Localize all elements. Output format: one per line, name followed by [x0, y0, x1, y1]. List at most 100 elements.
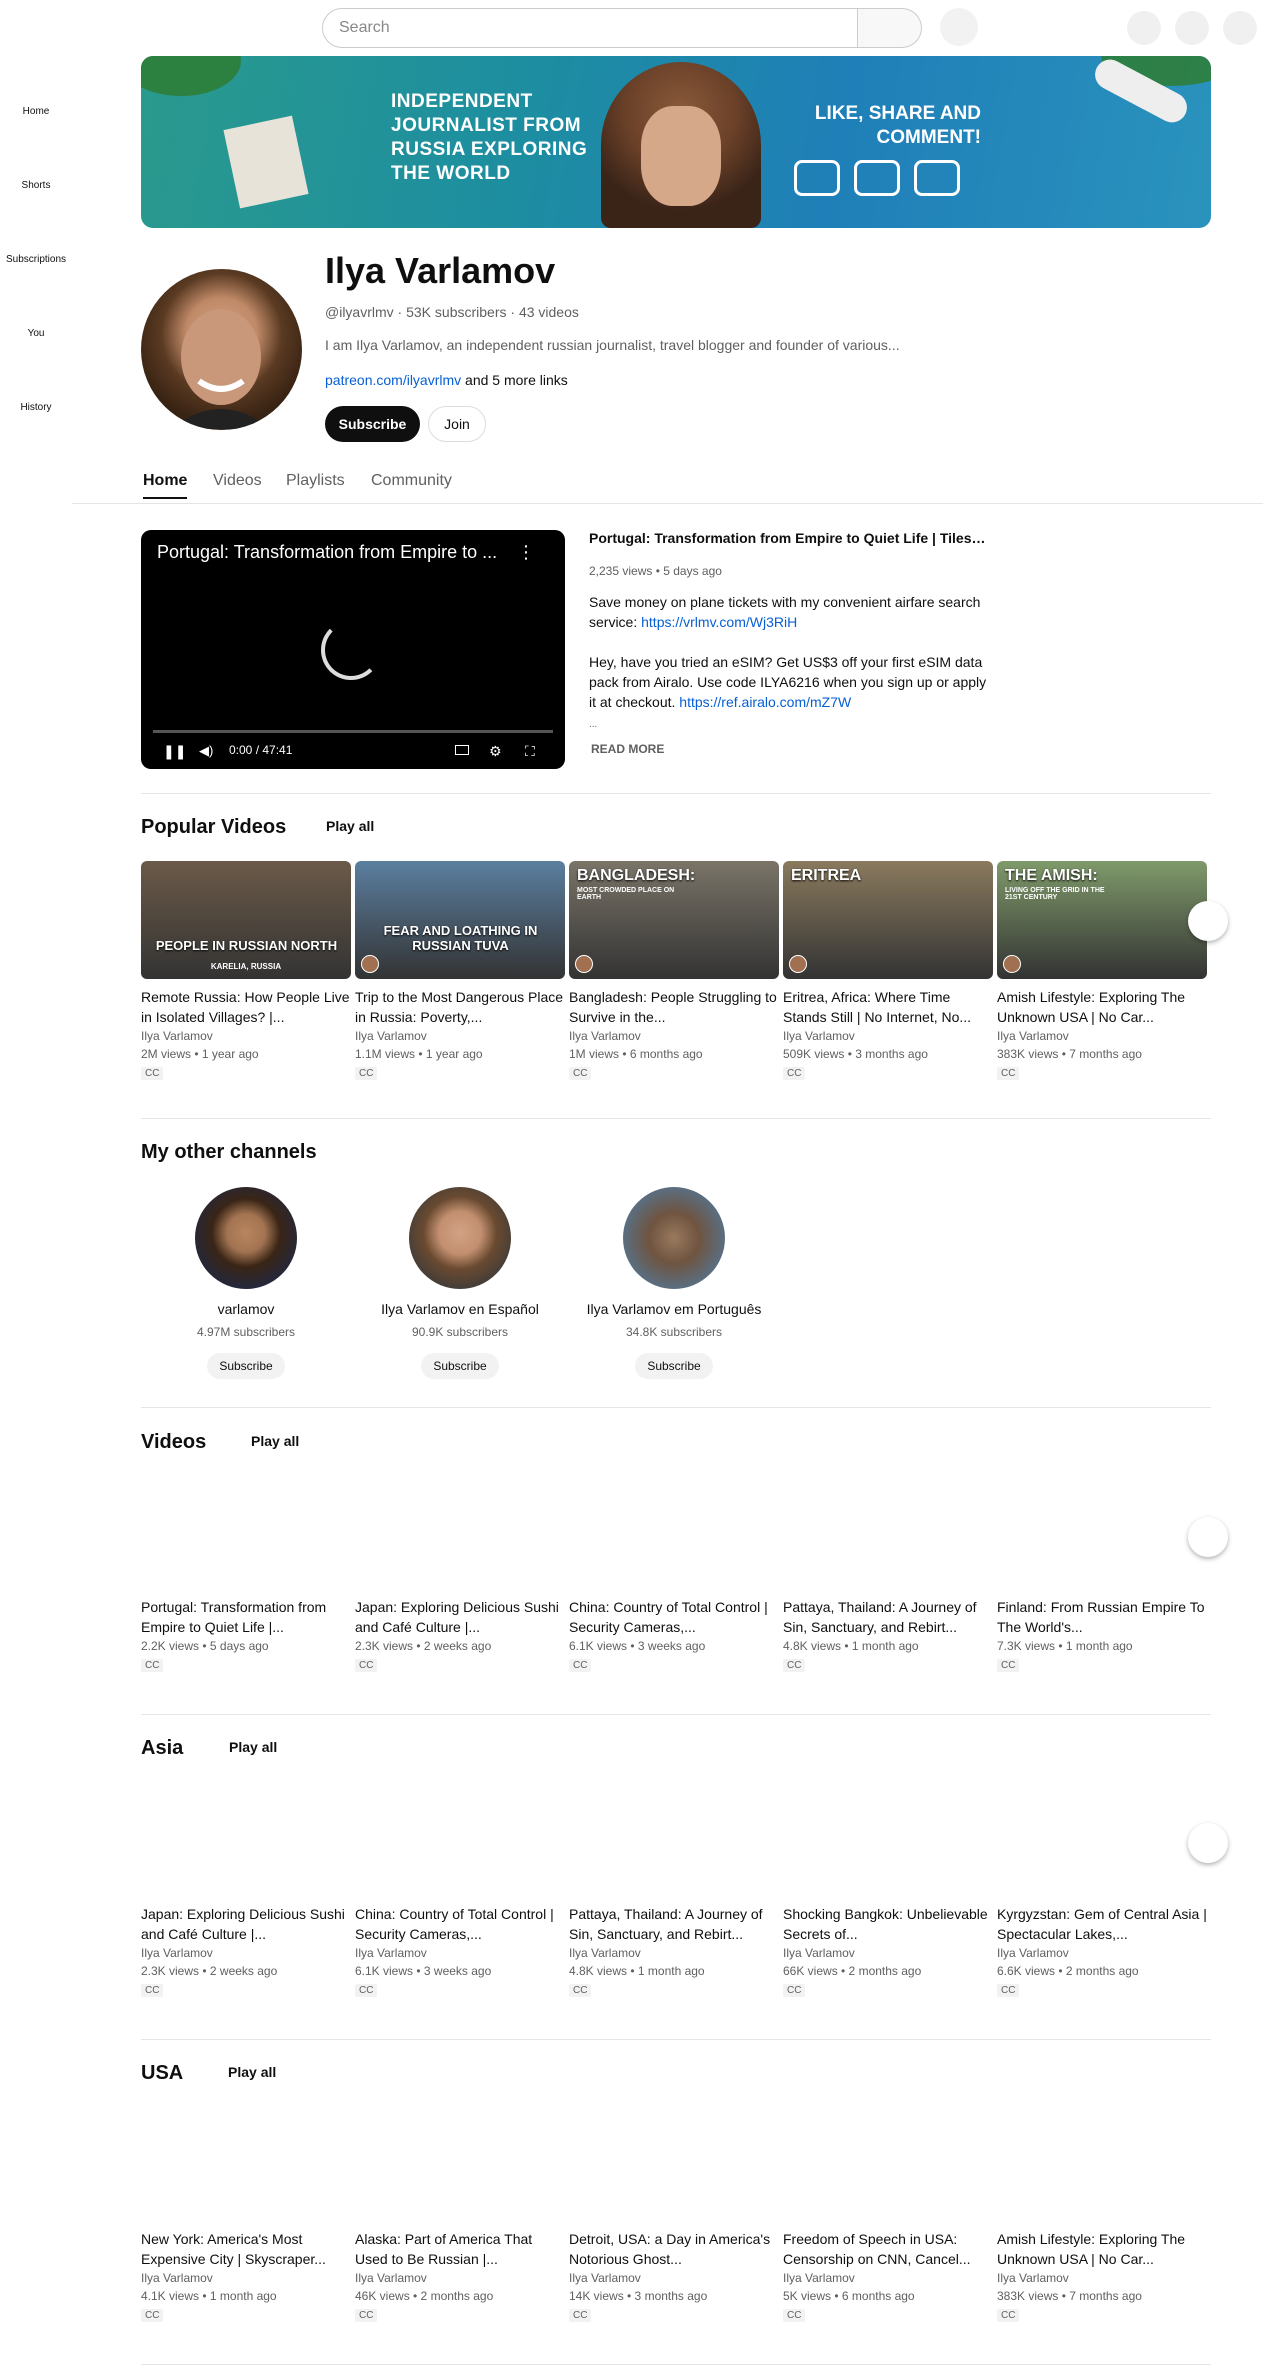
asia-section-title[interactable]: Asia: [141, 1737, 183, 1760]
other-channel-card[interactable]: Ilya Varlamov en Español 90.9K subscribe…: [370, 1187, 550, 1379]
featured-video-player[interactable]: Portugal: Transformation from Empire to …: [141, 530, 565, 769]
video-channel[interactable]: Ilya Varlamov: [783, 2269, 993, 2287]
video-thumbnail[interactable]: [569, 2103, 779, 2221]
video-title[interactable]: Detroit, USA: a Day in America's Notorio…: [569, 2229, 779, 2269]
video-channel[interactable]: Ilya Varlamov: [141, 1944, 351, 1962]
asia-play-all-button[interactable]: Play all: [229, 1739, 277, 1755]
notifications-button[interactable]: [1175, 11, 1209, 45]
video-channel[interactable]: Ilya Varlamov: [569, 1027, 779, 1045]
video-channel[interactable]: Ilya Varlamov: [569, 2269, 779, 2287]
tab-home[interactable]: Home: [143, 472, 188, 499]
video-channel[interactable]: Ilya Varlamov: [997, 1027, 1207, 1045]
create-button[interactable]: [1127, 11, 1161, 45]
video-card[interactable]: Alaska: Part of America That Used to Be …: [355, 2103, 565, 2323]
video-card[interactable]: China: Country of Total Control | Securi…: [569, 1471, 779, 1673]
video-card[interactable]: Japan: Exploring Delicious Sushi and Caf…: [355, 1471, 565, 1673]
other-channel-subscribe-button[interactable]: Subscribe: [207, 1353, 285, 1379]
video-thumbnail[interactable]: FEAR AND LOATHING IN RUSSIAN TUVA: [355, 861, 565, 979]
video-thumbnail[interactable]: [569, 1471, 779, 1589]
next-arrow-icon[interactable]: [1188, 1517, 1228, 1557]
video-title[interactable]: Portugal: Transformation from Empire to …: [141, 1597, 351, 1637]
subscribe-button[interactable]: Subscribe: [325, 406, 420, 442]
player-title[interactable]: Portugal: Transformation from Empire to …: [157, 542, 507, 563]
video-channel[interactable]: Ilya Varlamov: [783, 1027, 993, 1045]
patreon-link[interactable]: patreon.com/ilyavrlmv: [325, 372, 461, 388]
settings-gear-icon[interactable]: ⚙: [489, 743, 502, 760]
video-title[interactable]: China: Country of Total Control | Securi…: [569, 1597, 779, 1637]
more-links[interactable]: and 5 more links: [465, 372, 568, 388]
voice-search-button[interactable]: [940, 8, 978, 46]
video-title[interactable]: New York: America's Most Expensive City …: [141, 2229, 351, 2269]
sidebar-item-subscriptions[interactable]: Subscriptions: [0, 254, 72, 265]
video-card[interactable]: China: Country of Total Control | Securi…: [355, 1778, 565, 1998]
video-card[interactable]: Freedom of Speech in USA: Censorship on …: [783, 2103, 993, 2323]
search-input[interactable]: Search: [322, 8, 858, 48]
video-thumbnail[interactable]: [783, 2103, 993, 2221]
video-thumbnail[interactable]: [783, 1778, 993, 1896]
tab-community[interactable]: Community: [371, 472, 452, 490]
video-card[interactable]: Shocking Bangkok: Unbelievable Secrets o…: [783, 1778, 993, 1998]
tab-playlists[interactable]: Playlists: [286, 472, 345, 490]
video-title[interactable]: Remote Russia: How People Live in Isolat…: [141, 987, 351, 1027]
video-thumbnail[interactable]: [355, 2103, 565, 2221]
video-thumbnail[interactable]: [355, 1471, 565, 1589]
sidebar-item-history[interactable]: History: [0, 402, 72, 413]
video-thumbnail[interactable]: [997, 2103, 1207, 2221]
video-title[interactable]: Eritrea, Africa: Where Time Stands Still…: [783, 987, 993, 1027]
video-card[interactable]: PEOPLE IN RUSSIAN NORTH KARELIA, RUSSIA Re…: [141, 861, 351, 1081]
video-title[interactable]: Pattaya, Thailand: A Journey of Sin, San…: [569, 1904, 779, 1944]
video-thumbnail[interactable]: [141, 1778, 351, 1896]
other-channel-card[interactable]: varlamov 4.97M subscribers Subscribe: [156, 1187, 336, 1379]
video-title[interactable]: Alaska: Part of America That Used to Be …: [355, 2229, 565, 2269]
video-thumbnail[interactable]: BANGLADESH: MOST CROWDED PLACE ON EARTH: [569, 861, 779, 979]
airalo-link[interactable]: https://ref.airalo.com/mZ7W: [679, 694, 851, 710]
video-title[interactable]: Japan: Exploring Delicious Sushi and Caf…: [141, 1904, 351, 1944]
video-channel[interactable]: Ilya Varlamov: [997, 1944, 1207, 1962]
read-more-button[interactable]: READ MORE: [591, 742, 664, 756]
other-channel-name[interactable]: varlamov: [156, 1301, 336, 1317]
tab-videos[interactable]: Videos: [213, 472, 262, 490]
featured-video-title[interactable]: Portugal: Transformation from Empire to …: [589, 530, 989, 546]
join-button[interactable]: Join: [428, 406, 486, 442]
video-card[interactable]: Kyrgyzstan: Gem of Central Asia | Specta…: [997, 1778, 1207, 1998]
channel-avatar[interactable]: [195, 1187, 297, 1289]
video-card[interactable]: Portugal: Transformation from Empire to …: [141, 1471, 351, 1673]
sidebar-item-home[interactable]: Home: [0, 106, 72, 117]
other-channel-name[interactable]: Ilya Varlamov en Español: [370, 1301, 550, 1317]
videos-section-title[interactable]: Videos: [141, 1431, 206, 1454]
video-thumbnail[interactable]: [355, 1778, 565, 1896]
video-title[interactable]: Amish Lifestyle: Exploring The Unknown U…: [997, 987, 1207, 1027]
video-title[interactable]: Shocking Bangkok: Unbelievable Secrets o…: [783, 1904, 993, 1944]
video-thumbnail[interactable]: PEOPLE IN RUSSIAN NORTH KARELIA, RUSSIA: [141, 861, 351, 979]
popular-play-all-button[interactable]: Play all: [326, 818, 374, 834]
video-channel[interactable]: Ilya Varlamov: [997, 2269, 1207, 2287]
sidebar-item-you[interactable]: You: [0, 328, 72, 339]
video-title[interactable]: Kyrgyzstan: Gem of Central Asia | Specta…: [997, 1904, 1207, 1944]
channel-avatar[interactable]: [409, 1187, 511, 1289]
video-card[interactable]: New York: America's Most Expensive City …: [141, 2103, 351, 2323]
video-channel[interactable]: Ilya Varlamov: [141, 2269, 351, 2287]
other-channel-subscribe-button[interactable]: Subscribe: [635, 1353, 713, 1379]
progress-bar[interactable]: [153, 730, 553, 733]
next-arrow-icon[interactable]: [1188, 901, 1228, 941]
video-thumbnail[interactable]: [141, 1471, 351, 1589]
video-channel[interactable]: Ilya Varlamov: [141, 1027, 351, 1045]
captions-icon[interactable]: [455, 745, 469, 755]
video-card[interactable]: THE AMISH: LIVING OFF THE GRID IN THE 21S…: [997, 861, 1207, 1081]
video-channel[interactable]: Ilya Varlamov: [355, 2269, 565, 2287]
video-thumbnail[interactable]: THE AMISH: LIVING OFF THE GRID IN THE 21S…: [997, 861, 1207, 979]
video-card[interactable]: ERITREA Eritrea, Africa: Where Time Stand…: [783, 861, 993, 1081]
video-channel[interactable]: Ilya Varlamov: [355, 1027, 565, 1045]
video-title[interactable]: Amish Lifestyle: Exploring The Unknown U…: [997, 2229, 1207, 2269]
volume-icon[interactable]: ◀): [199, 743, 213, 759]
pause-icon[interactable]: ❚❚: [163, 743, 186, 760]
videos-play-all-button[interactable]: Play all: [251, 1433, 299, 1449]
search-button[interactable]: [858, 8, 922, 48]
channel-description[interactable]: I am Ilya Varlamov, an independent russi…: [325, 337, 900, 353]
video-card[interactable]: FEAR AND LOATHING IN RUSSIAN TUVA Trip to…: [355, 861, 565, 1081]
fullscreen-icon[interactable]: ⛶: [525, 743, 535, 760]
sidebar-item-shorts[interactable]: Shorts: [0, 180, 72, 191]
video-channel[interactable]: Ilya Varlamov: [355, 1944, 565, 1962]
video-card[interactable]: Amish Lifestyle: Exploring The Unknown U…: [997, 2103, 1207, 2323]
usa-section-title[interactable]: USA: [141, 2062, 183, 2085]
